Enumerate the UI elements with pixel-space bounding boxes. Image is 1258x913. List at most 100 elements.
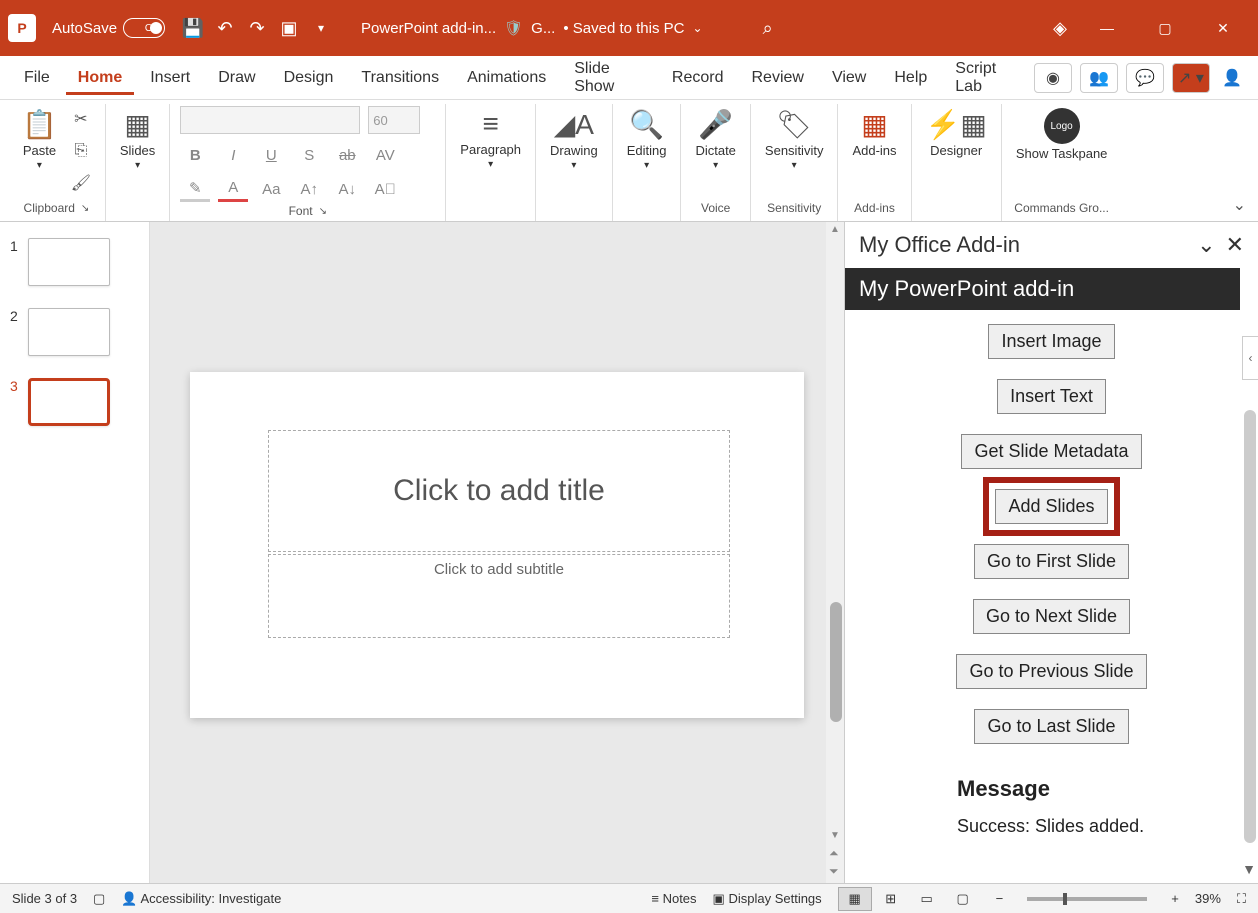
go-to-next-slide-button[interactable]: Go to Next Slide	[973, 599, 1130, 634]
chevron-down-icon[interactable]: ⌄	[693, 21, 703, 35]
add-slides-button[interactable]: Add Slides	[995, 489, 1107, 524]
addins-button[interactable]: ▦Add-ins	[848, 106, 900, 160]
paste-button[interactable]: 📋 Paste ▾	[18, 106, 61, 173]
scroll-thumb[interactable]	[830, 602, 842, 722]
tab-file[interactable]: File	[12, 61, 62, 95]
scroll-up-icon[interactable]: ▲	[830, 224, 840, 235]
prev-slide-icon[interactable]: ⏶	[829, 846, 839, 861]
slides-button[interactable]: ▦ Slides ▾	[116, 106, 159, 173]
slide-counter[interactable]: Slide 3 of 3	[12, 891, 77, 906]
underline-button[interactable]: U	[256, 142, 286, 168]
close-button[interactable]: ✕	[1196, 8, 1250, 48]
comments-icon[interactable]: 💬	[1126, 63, 1164, 93]
slide-canvas[interactable]: Click to add title Click to add subtitle…	[150, 222, 844, 883]
qat-more-icon[interactable]: ▾	[305, 12, 337, 44]
slideshow-view-icon[interactable]: ▢	[946, 887, 980, 911]
fit-to-window-icon[interactable]: ⛶	[1237, 891, 1246, 907]
go-to-previous-slide-button[interactable]: Go to Previous Slide	[956, 654, 1146, 689]
font-family-combo[interactable]	[180, 106, 360, 134]
vertical-scrollbar[interactable]: ▲ ▼ ⏶ ⏷	[826, 222, 844, 883]
title-placeholder[interactable]: Click to add title	[268, 430, 730, 552]
editing-button[interactable]: 🔍Editing▾	[623, 106, 671, 173]
tab-record[interactable]: Record	[660, 61, 736, 95]
sorter-view-icon[interactable]: ⊞	[874, 887, 908, 911]
dictate-button[interactable]: 🎤Dictate▾	[691, 106, 739, 173]
close-icon[interactable]: ✕	[1226, 232, 1244, 258]
dialog-launcher-icon[interactable]: ↘	[319, 206, 327, 217]
search-icon[interactable]: ⌕	[763, 18, 773, 39]
italic-button[interactable]: I	[218, 142, 248, 168]
record-icon[interactable]: ◉	[1034, 63, 1072, 93]
slide[interactable]: Click to add title Click to add subtitle	[190, 372, 804, 718]
redo-icon[interactable]: ↷	[241, 12, 273, 44]
strikethrough-button[interactable]: ab	[332, 142, 362, 168]
sensitivity-button[interactable]: 🏷Sensitivity▾	[761, 106, 828, 173]
spacing-button[interactable]: AV	[370, 142, 400, 168]
display-settings-button[interactable]: ▣ Display Settings	[713, 891, 822, 907]
cut-icon[interactable]: ✂	[67, 106, 95, 132]
zoom-slider[interactable]	[1027, 897, 1147, 901]
share-button[interactable]: ↗ ▾	[1172, 63, 1210, 93]
show-taskpane-button[interactable]: LogoShow Taskpane	[1012, 106, 1112, 164]
diamond-icon[interactable]: ◈	[1044, 12, 1076, 44]
collapse-ribbon-icon[interactable]: ⌄	[1233, 195, 1246, 215]
reading-view-icon[interactable]: ▭	[910, 887, 944, 911]
tab-home[interactable]: Home	[66, 61, 134, 95]
subtitle-placeholder[interactable]: Click to add subtitle	[268, 554, 730, 638]
change-case-button[interactable]: Aa	[256, 176, 286, 202]
tab-scriptlab[interactable]: Script Lab	[943, 52, 1030, 104]
thumbnail-2[interactable]: 2	[10, 308, 139, 356]
tab-design[interactable]: Design	[272, 61, 346, 95]
present-icon[interactable]: ▣	[273, 12, 305, 44]
normal-view-icon[interactable]: ▦	[838, 887, 872, 911]
drawing-button[interactable]: ◢ADrawing▾	[546, 106, 602, 173]
autosave-toggle[interactable]: AutoSave Off	[52, 18, 165, 38]
font-size-combo[interactable]: 60	[368, 106, 420, 134]
undo-icon[interactable]: ↶	[209, 12, 241, 44]
tab-review[interactable]: Review	[740, 61, 816, 95]
go-to-first-slide-button[interactable]: Go to First Slide	[974, 544, 1129, 579]
tab-help[interactable]: Help	[882, 61, 939, 95]
shrink-font-button[interactable]: A↓	[332, 176, 362, 202]
notes-button[interactable]: ≡ Notes	[651, 891, 696, 906]
zoom-in-button[interactable]: +	[1171, 891, 1179, 906]
get-slide-metadata-button[interactable]: Get Slide Metadata	[961, 434, 1141, 469]
taskpane-scrollbar[interactable]	[1244, 410, 1256, 843]
accessibility-status[interactable]: 👤 Accessibility: Investigate	[121, 891, 281, 907]
tab-transitions[interactable]: Transitions	[349, 61, 451, 95]
highlight-button[interactable]: ✎	[180, 176, 210, 202]
go-to-last-slide-button[interactable]: Go to Last Slide	[974, 709, 1128, 744]
dialog-launcher-icon[interactable]: ↘	[81, 203, 89, 214]
language-icon[interactable]: ▢	[93, 891, 105, 907]
next-slide-icon[interactable]: ⏷	[829, 864, 839, 879]
chevron-down-icon[interactable]: ⌄	[1197, 232, 1215, 258]
teams-icon[interactable]: 👥	[1080, 63, 1118, 93]
tab-animations[interactable]: Animations	[455, 61, 558, 95]
format-painter-icon[interactable]: 🖌	[67, 170, 95, 196]
insert-image-button[interactable]: Insert Image	[988, 324, 1114, 359]
shadow-button[interactable]: S	[294, 142, 324, 168]
clear-format-button[interactable]: A⃠	[370, 176, 400, 202]
tab-insert[interactable]: Insert	[138, 61, 202, 95]
font-color-button[interactable]: A	[218, 176, 248, 202]
toggle-switch[interactable]: Off	[123, 18, 165, 38]
user-icon[interactable]: 👤	[1218, 68, 1246, 88]
save-status[interactable]: • Saved to this PC	[563, 20, 684, 37]
paragraph-button[interactable]: ≡Paragraph▾	[456, 106, 525, 172]
tab-slideshow[interactable]: Slide Show	[562, 52, 656, 104]
zoom-level[interactable]: 39%	[1195, 891, 1221, 906]
maximize-button[interactable]: ▢	[1138, 8, 1192, 48]
tab-view[interactable]: View	[820, 61, 878, 95]
thumbnail-1[interactable]: 1	[10, 238, 139, 286]
copy-icon[interactable]: ⎘	[67, 138, 95, 164]
minimize-button[interactable]: —	[1080, 8, 1134, 48]
grow-font-button[interactable]: A↑	[294, 176, 324, 202]
bold-button[interactable]: B	[180, 142, 210, 168]
thumbnail-3[interactable]: 3	[10, 378, 139, 426]
save-icon[interactable]: 💾	[177, 12, 209, 44]
zoom-out-button[interactable]: −	[996, 891, 1004, 906]
designer-button[interactable]: ⚡▦Designer	[922, 106, 991, 160]
scroll-down-icon[interactable]: ▼	[830, 830, 840, 841]
insert-text-button[interactable]: Insert Text	[997, 379, 1106, 414]
tab-draw[interactable]: Draw	[206, 61, 267, 95]
